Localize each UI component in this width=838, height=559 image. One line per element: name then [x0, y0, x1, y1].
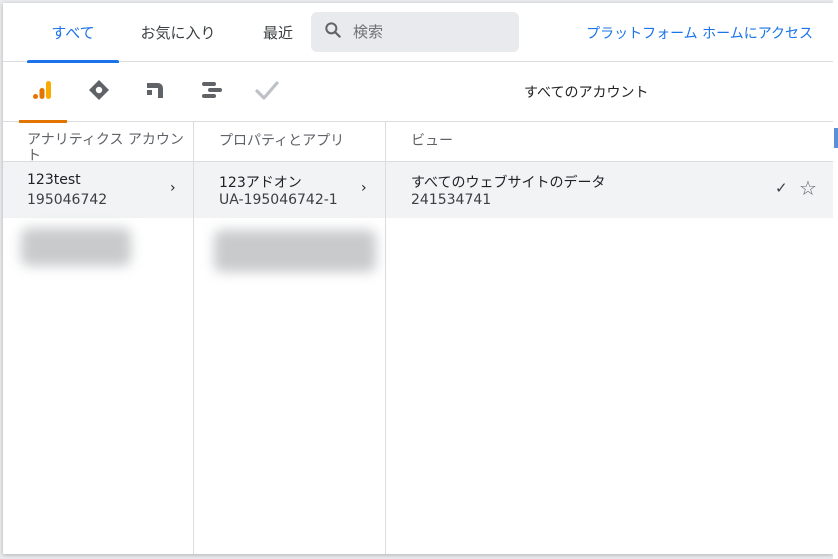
property-column-header: プロパティとアプリ: [194, 122, 385, 162]
property-row[interactable]: 123アドオン UA-195046742-1 ›: [194, 162, 385, 218]
account-row[interactable]: 123test 195046742 ›: [3, 162, 193, 218]
background-page-edge: [833, 0, 838, 559]
account-name: 123test: [27, 172, 81, 188]
view-id: 241534741: [411, 192, 492, 208]
product-surveys[interactable]: [243, 62, 291, 122]
data-studio-icon: [200, 79, 224, 105]
all-accounts-label: すべてのアカウント: [524, 85, 649, 101]
view-column-header: ビュー: [386, 122, 833, 162]
search-icon: [323, 20, 343, 44]
account-column: アナリティクス アカウント 123test 195046742 ›: [3, 122, 194, 554]
product-analytics[interactable]: [19, 62, 67, 123]
chevron-right-icon: ›: [361, 180, 367, 196]
optimize-icon: [144, 79, 166, 105]
product-switcher: すべてのアカウント: [3, 62, 833, 123]
tab-recent[interactable]: 最近: [253, 3, 303, 62]
redacted-account-row: [21, 228, 131, 266]
view-name: すべてのウェブサイトのデータ: [411, 175, 606, 191]
analytics-icon: [32, 79, 54, 105]
property-column: プロパティとアプリ 123アドオン UA-195046742-1 ›: [194, 122, 386, 554]
view-column: ビュー すべてのウェブサイトのデータ 241534741 ✓ ☆: [386, 122, 833, 554]
property-id: UA-195046742-1: [219, 192, 338, 208]
tab-all[interactable]: すべて: [27, 3, 119, 63]
view-row[interactable]: すべてのウェブサイトのデータ 241534741 ✓ ☆: [386, 162, 833, 218]
product-tag-manager[interactable]: [75, 62, 123, 122]
product-optimize[interactable]: [131, 62, 179, 122]
property-name: 123アドオン: [219, 175, 302, 191]
redacted-property-row: [214, 230, 376, 272]
chevron-right-icon: ›: [170, 180, 176, 196]
platform-home-link[interactable]: プラットフォーム ホームにアクセス: [586, 3, 813, 62]
search-box[interactable]: [311, 12, 519, 52]
account-picker-header: すべて お気に入り 最近 プラットフォーム ホームにアクセス: [3, 3, 833, 63]
check-icon: [255, 79, 279, 105]
account-id: 195046742: [27, 192, 108, 208]
favorite-star-icon[interactable]: ☆: [799, 176, 817, 200]
account-column-header: アナリティクス アカウント: [3, 122, 193, 162]
search-input[interactable]: [353, 23, 503, 41]
tab-favorites[interactable]: お気に入り: [133, 3, 223, 62]
product-data-studio[interactable]: [188, 62, 236, 122]
background-accent-mark: [834, 128, 838, 148]
tag-manager-icon: [87, 78, 111, 106]
selected-check-icon: ✓: [775, 179, 788, 197]
account-picker-panel: すべて お気に入り 最近 プラットフォーム ホームにアクセス: [3, 3, 833, 554]
